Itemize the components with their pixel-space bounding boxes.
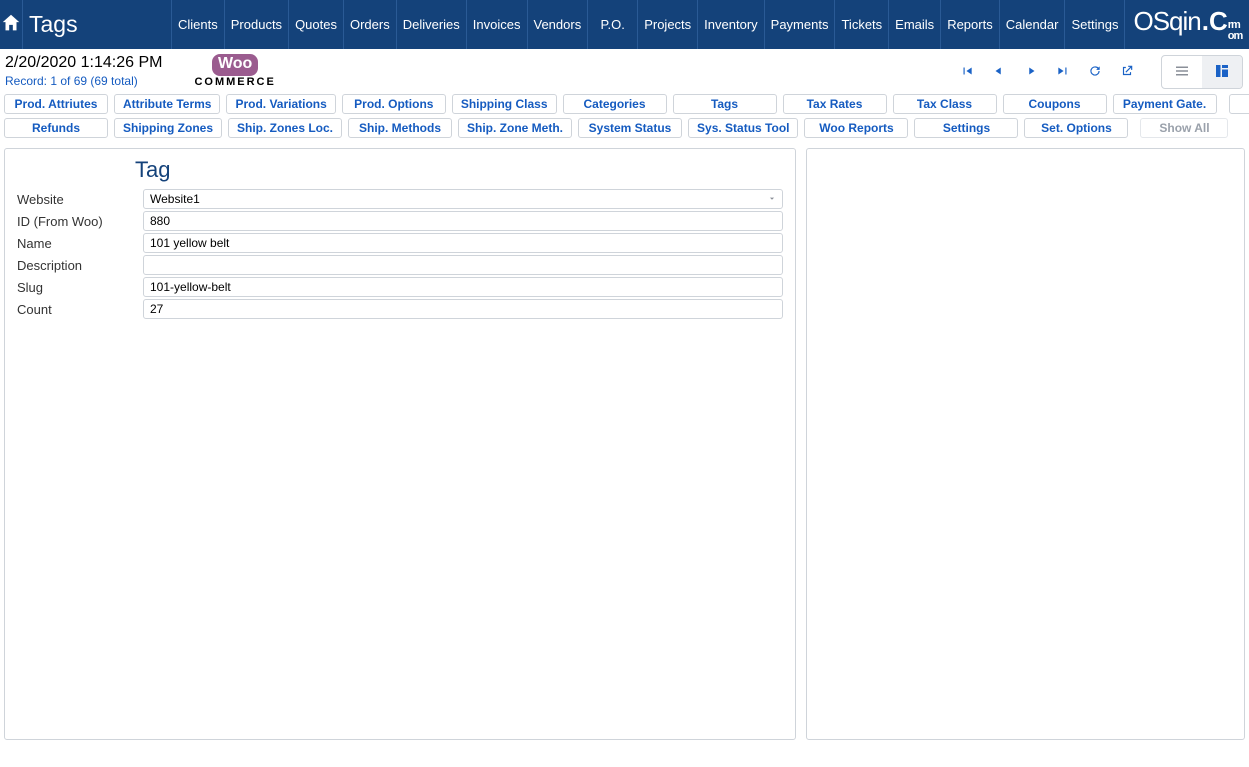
caret-left-icon <box>992 64 1006 81</box>
top-nav-bar: Tags Clients Products Quotes Orders Deli… <box>0 0 1249 49</box>
btn-categories[interactable]: Categories <box>563 94 667 114</box>
form-panel: Tag Website ID (From Woo) Name Descripti… <box>4 148 796 740</box>
label-description: Description <box>17 258 135 273</box>
woo-bubble: Woo <box>212 54 258 76</box>
btn-tags[interactable]: Tags <box>673 94 777 114</box>
nav-invoices[interactable]: Invoices <box>466 0 527 49</box>
btn-prod-attributes[interactable]: Prod. Attriutes <box>4 94 108 114</box>
skip-last-icon <box>1056 64 1070 81</box>
input-count[interactable] <box>143 299 783 319</box>
refresh-button[interactable] <box>1079 56 1111 88</box>
prev-record-button[interactable] <box>983 56 1015 88</box>
nav-orders[interactable]: Orders <box>343 0 396 49</box>
btn-prod-variations[interactable]: Prod. Variations <box>226 94 335 114</box>
nav-settings[interactable]: Settings <box>1064 0 1124 49</box>
label-count: Count <box>17 302 135 317</box>
label-website: Website <box>17 192 135 207</box>
view-form-button[interactable] <box>1202 56 1242 88</box>
skip-first-icon <box>960 64 974 81</box>
next-record-button[interactable] <box>1015 56 1047 88</box>
nav-products[interactable]: Products <box>224 0 288 49</box>
row-id: ID (From Woo) <box>17 211 783 231</box>
content-area: Tag Website ID (From Woo) Name Descripti… <box>0 144 1249 756</box>
view-toggle <box>1161 55 1243 89</box>
select-website[interactable] <box>143 189 783 209</box>
form-view-icon <box>1213 62 1231 83</box>
brand-dot: . <box>1201 6 1209 37</box>
caret-right-icon <box>1024 64 1038 81</box>
label-slug: Slug <box>17 280 135 295</box>
btn-show-all: Show All <box>1140 118 1228 138</box>
nav-projects[interactable]: Projects <box>637 0 697 49</box>
input-name[interactable] <box>143 233 783 253</box>
nav-vendors[interactable]: Vendors <box>527 0 588 49</box>
btn-refunds[interactable]: Refunds <box>4 118 108 138</box>
nav-reports[interactable]: Reports <box>940 0 999 49</box>
btn-coupons[interactable]: Coupons <box>1003 94 1107 114</box>
list-view-icon <box>1173 62 1191 83</box>
input-website[interactable] <box>143 189 783 209</box>
brand-lead: C <box>1209 6 1227 37</box>
btn-settings[interactable]: Settings <box>914 118 1018 138</box>
first-record-button[interactable] <box>951 56 983 88</box>
nav-po[interactable]: P.O. <box>587 0 637 49</box>
page-title: Tags <box>23 0 171 49</box>
input-slug[interactable] <box>143 277 783 297</box>
nav-inventory[interactable]: Inventory <box>697 0 763 49</box>
nav-quotes[interactable]: Quotes <box>288 0 343 49</box>
row-count: Count <box>17 299 783 319</box>
btn-ship-methods[interactable]: Ship. Methods <box>348 118 452 138</box>
btn-attribute-terms[interactable]: Attribute Terms <box>114 94 220 114</box>
record-count-label: Record: 1 of 69 (69 total) <box>5 74 162 88</box>
datetime-label: 2/20/2020 1:14:26 PM <box>5 54 162 72</box>
info-bar: 2/20/2020 1:14:26 PM Record: 1 of 69 (69… <box>0 49 1249 92</box>
btn-payment-gate[interactable]: Payment Gate. <box>1113 94 1217 114</box>
nav-emails[interactable]: Emails <box>888 0 940 49</box>
main-nav: Clients Products Quotes Orders Deliverie… <box>171 0 1124 49</box>
btn-prod-options[interactable]: Prod. Options <box>342 94 446 114</box>
btn-set-options[interactable]: Set. Options <box>1024 118 1128 138</box>
side-panel <box>806 148 1245 740</box>
brand-sub-bottom: om <box>1228 31 1243 42</box>
form-title: Tag <box>135 157 783 183</box>
view-list-button[interactable] <box>1162 56 1202 88</box>
home-button[interactable] <box>0 0 23 49</box>
row-website: Website <box>17 189 783 209</box>
record-nav <box>951 55 1243 89</box>
open-external-button[interactable] <box>1111 56 1143 88</box>
button-row-2: Refunds Shipping Zones Ship. Zones Loc. … <box>4 116 1245 140</box>
nav-deliveries[interactable]: Deliveries <box>396 0 466 49</box>
nav-tickets[interactable]: Tickets <box>834 0 888 49</box>
action-button-zone: Prod. Attriutes Attribute Terms Prod. Va… <box>0 92 1249 144</box>
btn-ship-zone-meth[interactable]: Ship. Zone Meth. <box>458 118 572 138</box>
btn-sys-status-tool[interactable]: Sys. Status Tool <box>688 118 798 138</box>
btn-tax-class[interactable]: Tax Class <box>893 94 997 114</box>
input-id[interactable] <box>143 211 783 231</box>
btn-shipping-zones[interactable]: Shipping Zones <box>114 118 222 138</box>
external-link-icon <box>1120 64 1134 81</box>
row-description: Description <box>17 255 783 275</box>
btn-shipping-class[interactable]: Shipping Class <box>452 94 557 114</box>
btn-tax-rates[interactable]: Tax Rates <box>783 94 887 114</box>
nav-clients[interactable]: Clients <box>171 0 224 49</box>
brand-main: OSqin <box>1133 6 1200 37</box>
brand-logo: OSqin . C rm om <box>1124 0 1249 49</box>
btn-new[interactable]: New <box>1229 94 1249 114</box>
label-id: ID (From Woo) <box>17 214 135 229</box>
row-name: Name <box>17 233 783 253</box>
btn-woo-reports[interactable]: Woo Reports <box>804 118 908 138</box>
input-description[interactable] <box>143 255 783 275</box>
btn-system-status[interactable]: System Status <box>578 118 682 138</box>
refresh-icon <box>1088 64 1102 81</box>
nav-payments[interactable]: Payments <box>764 0 835 49</box>
row-slug: Slug <box>17 277 783 297</box>
btn-ship-zones-loc[interactable]: Ship. Zones Loc. <box>228 118 342 138</box>
label-name: Name <box>17 236 135 251</box>
nav-calendar[interactable]: Calendar <box>999 0 1065 49</box>
button-row-1: Prod. Attriutes Attribute Terms Prod. Va… <box>4 92 1245 116</box>
last-record-button[interactable] <box>1047 56 1079 88</box>
home-icon <box>0 12 22 37</box>
woocommerce-logo: Woo COMMERCE <box>194 54 275 88</box>
